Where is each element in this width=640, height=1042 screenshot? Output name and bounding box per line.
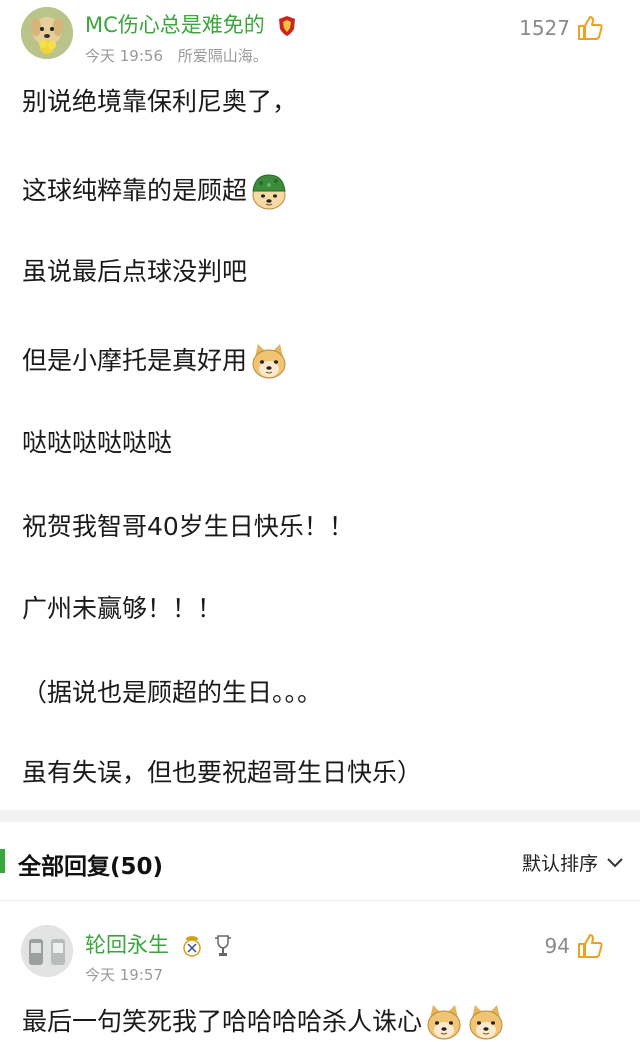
doge-emoji-icon (469, 1005, 503, 1040)
chevron-down-icon (607, 857, 623, 867)
reply-like-button[interactable]: 94 (545, 932, 604, 960)
thumbs-up-icon (578, 934, 603, 958)
post-line-2: 这球纯粹靠的是顾超 (22, 171, 289, 211)
reply-text-content: 最后一句笑死我了哈哈哈哈杀人诛心 (22, 1007, 423, 1036)
sort-label: 默认排序 (521, 853, 598, 875)
post-line-text: （据说也是顾超的生日。。。 (22, 678, 323, 707)
post-line-8: （据说也是顾超的生日。。。 (22, 677, 322, 709)
post-username-text[interactable]: MC伤心总是难免的 (85, 13, 265, 37)
reply-username-text[interactable]: 轮回永生 (85, 933, 169, 957)
doge-emoji-icon (427, 1005, 461, 1040)
post-line-text: 别说绝境靠保利尼奥了， (22, 87, 298, 116)
post-line-9: 虽有失误，但也要祝超哥生日快乐） (22, 757, 422, 789)
post-meta: 今天 19:56 所爱隔山海。 (85, 45, 268, 66)
reply-username[interactable]: 轮回永生 (85, 929, 232, 959)
club-crest-icon (182, 936, 201, 957)
post-line-text: 这球纯粹靠的是顾超 (22, 176, 248, 205)
replies-divider (0, 900, 640, 901)
post-like-count: 1527 (519, 16, 570, 40)
post-header: MC伤心总是难免的 今天 19:56 所爱隔山海。 1527 (0, 0, 640, 72)
reply-text: 最后一句笑死我了哈哈哈哈杀人诛心 (22, 1002, 506, 1042)
doge-helmet-emoji-icon (252, 174, 286, 210)
post-line-text: 哒哒哒哒哒哒 (22, 428, 173, 457)
reply-meta: 今天 19:57 (85, 964, 163, 985)
team-badge-icon (279, 16, 296, 36)
sort-dropdown[interactable]: 默认排序 (522, 849, 624, 876)
post-line-7: 广州未赢够！！！ (22, 593, 222, 625)
post-like-button[interactable]: 1527 (519, 14, 604, 42)
post-line-3: 虽说最后点球没判吧 (22, 256, 247, 288)
avatar[interactable] (21, 7, 73, 59)
replies-title: 全部回复(50) (18, 854, 164, 880)
post-line-text: 但是小摩托是真好用 (22, 346, 248, 375)
trophy-icon (215, 935, 232, 956)
post-line-4: 但是小摩托是真好用 (22, 341, 289, 381)
post-line-text: 虽有失误，但也要祝超哥生日快乐） (22, 758, 423, 787)
post-line-text: 祝贺我智哥40岁生日快乐！！ (22, 512, 354, 541)
thumbs-up-icon (578, 16, 603, 40)
post-line-5: 哒哒哒哒哒哒 (22, 427, 172, 459)
post-time: 今天 19:56 (85, 47, 163, 65)
replies-accent-bar (0, 849, 5, 873)
reply-like-count: 94 (544, 934, 570, 958)
post-username[interactable]: MC伤心总是难免的 (85, 9, 297, 39)
post-line-1: 别说绝境靠保利尼奥了， (22, 86, 297, 118)
doge-emoji-icon (252, 344, 286, 379)
section-separator (0, 810, 640, 822)
post-line-text: 广州未赢够！！！ (22, 594, 223, 623)
post-line-6: 祝贺我智哥40岁生日快乐！！ (22, 511, 354, 543)
reply-time: 今天 19:57 (85, 966, 163, 984)
reply-avatar[interactable] (21, 925, 73, 977)
post-line-text: 虽说最后点球没判吧 (22, 257, 248, 286)
post-location: 所爱隔山海。 (177, 47, 268, 65)
